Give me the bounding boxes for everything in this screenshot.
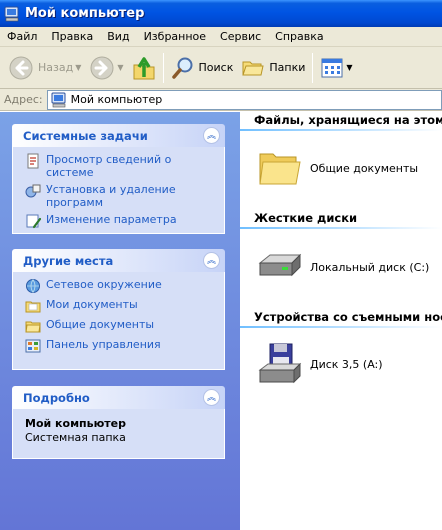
toolbar-separator [312, 52, 314, 83]
shared-documents-folder-icon [25, 321, 41, 333]
details-header[interactable]: Подробно ︽ [12, 386, 225, 409]
collapse-chevron-icon[interactable]: ︽ [203, 127, 220, 144]
menu-edit[interactable]: Правка [44, 30, 100, 43]
group-divider [240, 326, 442, 328]
place-control-panel[interactable]: Панель управления [25, 338, 216, 354]
collapse-chevron-icon[interactable]: ︽ [203, 389, 220, 406]
folders-label: Папки [269, 61, 306, 74]
item-shared-documents[interactable]: Общие документы [256, 148, 418, 188]
collapse-chevron-icon[interactable]: ︽ [203, 252, 220, 269]
address-value: Мой компьютер [70, 93, 163, 106]
details-panel: Подробно ︽ Мой компьютер Системная папка [12, 386, 225, 459]
views-dropdown-icon[interactable]: ▼ [346, 63, 352, 72]
group-header-removable: Устройства со съемными носителями [254, 310, 442, 324]
item-label: Локальный диск (C:) [310, 260, 430, 274]
hard-disk-icon [258, 253, 302, 277]
folder-up-icon [133, 56, 155, 79]
group-divider [240, 227, 442, 229]
task-label: Изменение параметра [46, 213, 177, 226]
forward-button[interactable]: ▼ [85, 51, 127, 85]
title-bar[interactable]: Мой компьютер [0, 0, 442, 27]
up-button[interactable] [128, 51, 160, 85]
menu-favorites[interactable]: Избранное [137, 30, 213, 43]
address-bar: Адрес: Мой компьютер [0, 89, 442, 111]
details-title: Подробно [23, 390, 90, 405]
item-local-disk-c[interactable]: Локальный диск (C:) [256, 249, 429, 285]
window-title: Мой компьютер [25, 6, 145, 21]
views-icon [321, 58, 343, 77]
group-divider [240, 129, 442, 131]
item-floppy-a[interactable]: Диск 3,5 (A:) [256, 342, 383, 386]
details-body: Мой компьютер Системная папка [12, 409, 225, 459]
task-label: Просмотр сведений о системе [46, 153, 172, 179]
my-computer-icon [4, 6, 19, 21]
system-tasks-header[interactable]: Системные задачи ︽ [12, 124, 225, 147]
system-tasks-body: Просмотр сведений о системе Установка и … [12, 147, 225, 234]
search-button[interactable]: Поиск [167, 51, 238, 85]
floppy-drive-icon [258, 343, 302, 384]
menu-tools[interactable]: Сервис [213, 30, 268, 43]
place-network[interactable]: Сетевое окружение [25, 278, 216, 294]
place-my-documents[interactable]: Мои документы [25, 298, 216, 314]
task-label: Установка и удаление программ [46, 183, 176, 209]
place-label: Сетевое окружение [46, 278, 162, 291]
system-info-icon [27, 153, 39, 169]
forward-arrow-icon [90, 56, 114, 79]
my-computer-icon [51, 92, 66, 107]
other-places-header[interactable]: Другие места ︽ [12, 249, 225, 272]
item-label: Общие документы [310, 161, 419, 175]
search-label: Поиск [198, 61, 234, 74]
menu-file[interactable]: Файл [0, 30, 44, 43]
back-arrow-icon [9, 56, 33, 79]
task-add-remove-programs[interactable]: Установка и удаление программ [25, 183, 216, 209]
toolbar-separator [162, 52, 164, 83]
control-panel-icon [25, 339, 41, 353]
item-label: Диск 3,5 (A:) [310, 357, 383, 371]
task-change-setting[interactable]: Изменение параметра [25, 213, 216, 229]
back-label: Назад [38, 61, 74, 74]
folders-button[interactable]: Папки [237, 51, 309, 85]
place-label: Панель управления [46, 338, 161, 351]
folders-icon [242, 61, 264, 75]
place-shared-documents[interactable]: Общие документы [25, 318, 216, 334]
content-pane: Файлы, хранящиеся на этом компьютере Общ… [240, 112, 442, 530]
my-documents-folder-icon [25, 301, 41, 313]
search-icon [171, 57, 193, 79]
forward-dropdown-icon[interactable]: ▼ [117, 63, 123, 72]
place-label: Общие документы [46, 318, 155, 331]
toolbar: Назад ▼ ▼ Поиск Папки ▼ [0, 47, 442, 89]
views-button[interactable]: ▼ [316, 51, 356, 85]
back-button[interactable]: Назад ▼ [4, 51, 85, 85]
system-tasks-title: Системные задачи [23, 128, 148, 143]
back-dropdown-icon[interactable]: ▼ [75, 63, 81, 72]
system-tasks-panel: Системные задачи ︽ Просмотр сведений о с… [12, 124, 225, 234]
control-panel-setting-icon [26, 214, 41, 229]
details-item-type: Системная папка [25, 431, 126, 444]
address-label: Адрес: [4, 93, 43, 106]
menu-help[interactable]: Справка [268, 30, 330, 43]
menu-view[interactable]: Вид [100, 30, 136, 43]
shared-documents-folder-icon [259, 153, 301, 185]
task-pane: Системные задачи ︽ Просмотр сведений о с… [0, 112, 240, 530]
group-header-files: Файлы, хранящиеся на этом компьютере [254, 113, 442, 127]
other-places-title: Другие места [23, 253, 114, 268]
place-label: Мои документы [46, 298, 138, 311]
menu-bar: Файл Правка Вид Избранное Сервис Справка [0, 27, 442, 47]
details-item-name: Мой компьютер [25, 417, 127, 430]
other-places-body: Сетевое окружение Мои документы Общие до… [12, 272, 225, 370]
other-places-panel: Другие места ︽ Сетевое окружение Мои док… [12, 249, 225, 370]
network-places-icon [26, 279, 40, 293]
address-field[interactable]: Мой компьютер [46, 89, 442, 110]
add-remove-programs-icon [25, 184, 41, 198]
group-header-hard-drives: Жесткие диски [254, 211, 358, 225]
task-view-system-info[interactable]: Просмотр сведений о системе [25, 153, 216, 179]
